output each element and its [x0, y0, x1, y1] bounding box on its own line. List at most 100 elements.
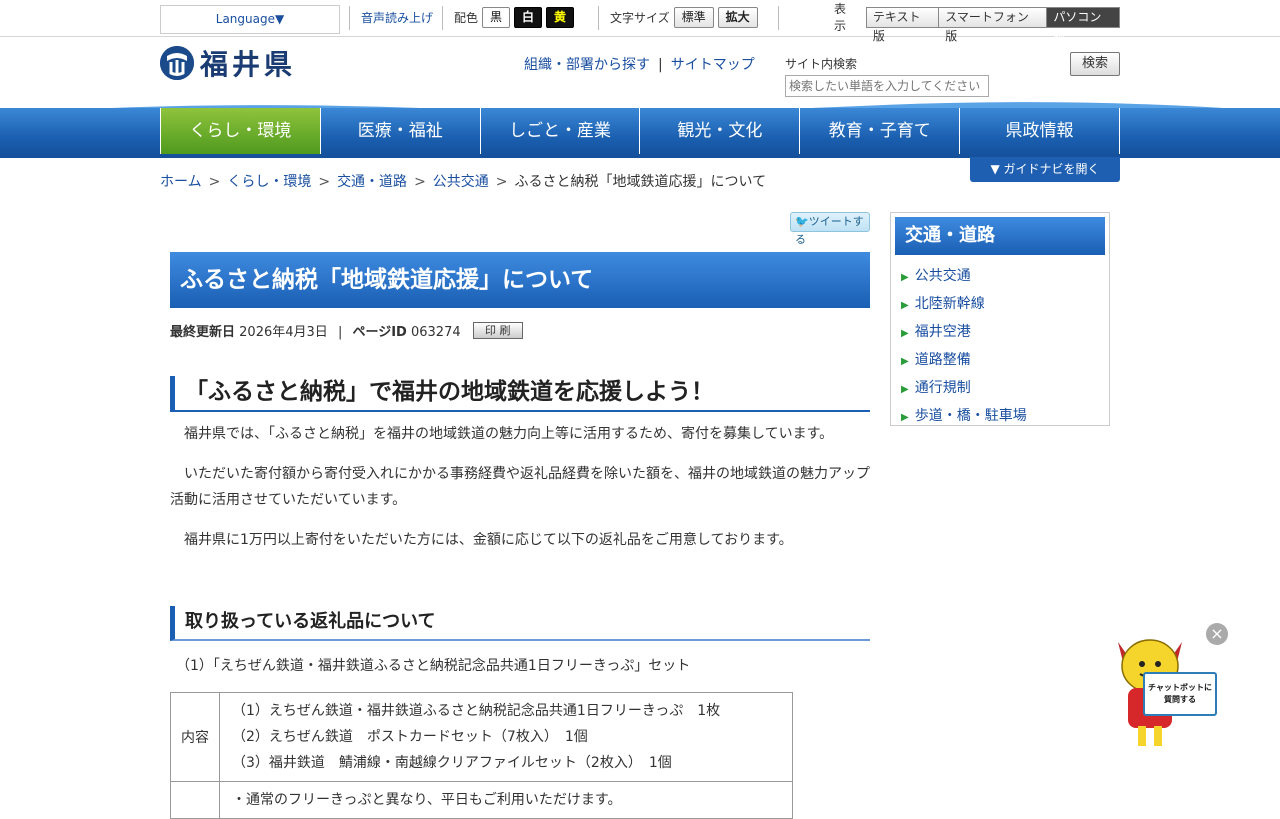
side-item-shinkansen[interactable]: ▶ 北陸新幹線 [895, 291, 1105, 319]
side-item-label: 通行規制 [914, 380, 971, 396]
chatbot-sign-line: チャットボットに [1148, 683, 1212, 692]
search-input[interactable] [785, 75, 989, 97]
breadcrumb: ホーム > くらし・環境 > 交通・道路 > 公共交通 > ふるさと納税「地域鉄道応援」について [160, 171, 766, 191]
meta-separator: | [337, 325, 343, 340]
nav-item-tourism[interactable]: 観光・文化 [640, 108, 801, 154]
print-button[interactable]: 印 刷 [472, 322, 523, 339]
text-size-label: 文字サイズ [610, 10, 670, 25]
side-item-label: 北陸新幹線 [914, 296, 985, 312]
color-black-button[interactable]: 黒 [482, 6, 511, 28]
divider [442, 6, 443, 30]
table-header-cell: 内容 [170, 692, 220, 782]
chatbot-sign-line: 質問する [1164, 695, 1196, 704]
chatbot-close-icon[interactable]: × [1206, 623, 1228, 645]
section-heading: 「ふるさと納税」で福井の地域鉄道を応援しよう！ [170, 376, 870, 412]
nav-item-medical[interactable]: 医療・福祉 [321, 108, 481, 154]
table-row: ・通常のフリーきっぷと異なり、平日もご利用いただけます。 [170, 781, 793, 819]
table-line: （1）えちぜん鉄道・福井鉄道ふるさと納税記念品共通1日フリーきっぷ 1枚 [232, 703, 721, 719]
breadcrumb-current: ふるさと納税「地域鉄道応援」について [514, 174, 767, 190]
language-select[interactable]: Language▼ [160, 5, 340, 34]
side-item-label: 歩道・橋・駐車場 [914, 408, 1027, 424]
triangle-right-icon: ▶ [901, 272, 909, 283]
subsection-heading: 取り扱っている返礼品について [170, 606, 870, 641]
breadcrumb-home[interactable]: ホーム [160, 174, 202, 190]
breadcrumb-sep: > [318, 174, 331, 190]
side-item-public-transport[interactable]: ▶ 公共交通 [895, 263, 1105, 291]
table-line: （3）福井鉄道 鯖浦線・南越線クリアファイルセット（2枚入） 1個 [232, 755, 672, 771]
table-line: （2）えちぜん鉄道 ポストカードセット（7枚入） 1個 [232, 729, 588, 745]
page-id-label: ページID [352, 325, 407, 340]
side-item-label: 福井空港 [914, 324, 971, 340]
tweet-button[interactable]: 🐦ツイートする [790, 212, 870, 246]
logo-text: 福井県 [200, 48, 297, 81]
table-cell: （1）えちぜん鉄道・福井鉄道ふるさと納税記念品共通1日フリーきっぷ 1枚 （2）… [219, 692, 793, 782]
global-nav: くらし・環境 医療・福祉 しごと・産業 観光・文化 教育・子育て 県政情報 [160, 108, 1120, 154]
breadcrumb-public-transport[interactable]: 公共交通 [433, 174, 489, 190]
triangle-right-icon: ▶ [901, 384, 909, 395]
color-white-button[interactable]: 白 [514, 6, 543, 28]
triangle-right-icon: ▶ [901, 412, 909, 423]
display-switcher: 表示 テキスト版 スマートフォン版 パソコン版 [834, 2, 1120, 43]
display-label: 表示 [834, 2, 847, 33]
paragraph: いただいた寄付額から寄付受入れにかかる事務経費や返礼品経費を除いた額を、福井の地… [170, 466, 870, 508]
side-menu-list: ▶ 公共交通 ▶ 北陸新幹線 ▶ 福井空港 ▶ 道路整備 ▶ 通行規制 ▶ 歩道・橋・駐車場 [895, 263, 1105, 431]
divider [598, 6, 599, 30]
side-item-regulation[interactable]: ▶ 通行規制 [895, 375, 1105, 403]
table-header-cell [170, 781, 220, 819]
paragraph: 福井県に1万円以上寄付をいただいた方には、金額に応じて以下の返礼品をご用意してお… [184, 532, 793, 548]
triangle-right-icon: ▶ [901, 300, 909, 311]
side-menu-title: 交通・道路 [895, 217, 1105, 255]
table-line: ・通常のフリーきっぷと異なり、平日もご利用いただけます。 [232, 792, 622, 808]
breadcrumb-sep: > [208, 174, 221, 190]
side-item-sidewalk[interactable]: ▶ 歩道・橋・駐車場 [895, 403, 1105, 431]
nav-item-work[interactable]: しごと・産業 [481, 108, 641, 154]
side-item-road[interactable]: ▶ 道路整備 [895, 347, 1105, 375]
twitter-bird-icon: 🐦 [795, 215, 809, 228]
prefecture-emblem-icon [160, 46, 194, 80]
display-pc-button[interactable]: パソコン版 [1047, 7, 1119, 43]
site-header: 福井県 組織・部署から探す | サイトマップ サイト内検索 検索 [0, 37, 1280, 107]
breadcrumb-traffic[interactable]: 交通・道路 [337, 174, 407, 190]
side-menu: 交通・道路 ▶ 公共交通 ▶ 北陸新幹線 ▶ 福井空港 ▶ 道路整備 ▶ 通行規制 ▶ 歩道… [890, 212, 1110, 426]
guide-nav-button[interactable]: ▼ ガイドナビを開く [970, 157, 1120, 182]
updated-value: 2026年4月3日 [239, 325, 328, 340]
nav-item-government[interactable]: 県政情報 [960, 108, 1120, 154]
triangle-right-icon: ▶ [901, 328, 909, 339]
side-item-airport[interactable]: ▶ 福井空港 [895, 319, 1105, 347]
link-separator: | [658, 57, 663, 73]
sitemap-link[interactable]: サイトマップ [671, 57, 755, 73]
triangle-right-icon: ▶ [901, 356, 909, 367]
breadcrumb-sep: > [495, 174, 508, 190]
chatbot-sign[interactable]: チャットボットに 質問する [1143, 672, 1217, 716]
size-large-button[interactable]: 拡大 [717, 6, 758, 28]
divider [349, 6, 350, 30]
search-label: サイト内検索 [785, 57, 858, 71]
display-smartphone-button[interactable]: スマートフォン版 [939, 7, 1048, 43]
size-normal-button[interactable]: 標準 [673, 6, 714, 28]
page-title: ふるさと納税「地域鉄道応援」について [170, 252, 870, 308]
utility-bar: Language▼ 音声読み上げ 配色 黒 白 黄 文字サイズ 標準 拡大 表示… [0, 0, 1280, 43]
page-meta: 最終更新日 2026年4月3日 | ページID 063274 印 刷 [170, 321, 523, 340]
search-button[interactable]: 検索 [1070, 52, 1120, 76]
display-segment: テキスト版 スマートフォン版 パソコン版 [865, 6, 1120, 43]
breadcrumb-living[interactable]: くらし・環境 [227, 174, 311, 190]
page-id-value: 063274 [410, 325, 461, 340]
color-yellow-button[interactable]: 黄 [546, 6, 575, 28]
side-item-label: 公共交通 [914, 268, 971, 284]
site-logo[interactable]: 福井県 [160, 43, 296, 83]
table-cell: ・通常のフリーきっぷと異なり、平日もご利用いただけます。 [219, 781, 793, 819]
voice-label[interactable]: 音声読み上げ [361, 9, 433, 26]
divider [778, 6, 779, 30]
color-label: 配色 [454, 10, 479, 25]
display-text-button[interactable]: テキスト版 [866, 7, 940, 43]
header-links: 組織・部署から探す | サイトマップ [524, 54, 755, 74]
table-row: 内容 （1）えちぜん鉄道・福井鉄道ふるさと納税記念品共通1日フリーきっぷ 1枚 … [170, 692, 793, 782]
gift-item-title: （1）「えちぜん鉄道・福井鉄道ふるさと納税記念品共通1日フリーきっぷ」セット [176, 658, 691, 674]
updated-label: 最終更新日 [170, 325, 236, 340]
paragraph: 福井県では、「ふるさと納税」を福井の地域鉄道の魅力向上等に活用するため、寄付を募… [184, 426, 834, 442]
nav-item-living[interactable]: くらし・環境 [160, 108, 321, 154]
text-size-switcher: 文字サイズ 標準 拡大 [610, 5, 758, 29]
voice-link[interactable]: 音声読み上げ [361, 5, 433, 29]
nav-item-education[interactable]: 教育・子育て [800, 108, 961, 154]
org-search-link[interactable]: 組織・部署から探す [524, 57, 650, 73]
